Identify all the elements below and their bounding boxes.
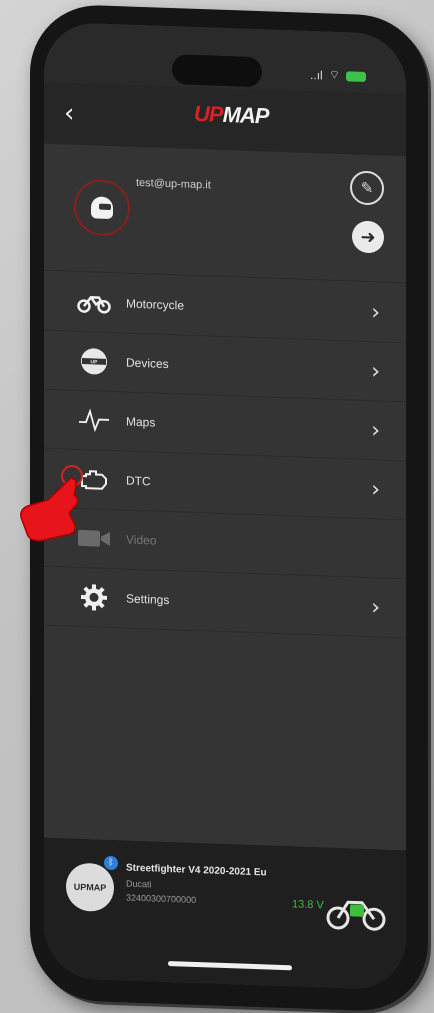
vehicle-name: Streetfighter V4 2020-2021 Eu xyxy=(126,862,267,879)
chevron-right-icon: › xyxy=(371,476,380,502)
logout-button[interactable]: ➜ xyxy=(352,220,384,254)
signal-icon: ..ıl xyxy=(310,67,323,82)
profile-section: test@up-map.it ✎ ➜ xyxy=(44,143,406,284)
battery-icon xyxy=(346,70,366,82)
waveform-icon xyxy=(74,404,114,437)
menu-item-label: Motorcycle xyxy=(126,296,185,313)
chevron-right-icon: › xyxy=(371,358,380,384)
vehicle-brand: Ducati xyxy=(126,878,152,890)
menu-item-label: Maps xyxy=(126,414,156,430)
chevron-right-icon: › xyxy=(371,417,380,443)
wifi-icon: ⌔ xyxy=(328,67,340,83)
helmet-icon xyxy=(91,196,113,220)
motorcycle-status-icon xyxy=(326,900,386,931)
gear-icon xyxy=(74,581,114,614)
bluetooth-icon: ᛒ xyxy=(104,855,118,871)
upmap-device-icon: UP xyxy=(74,345,114,378)
battery-voltage: 13.8 V xyxy=(292,898,324,912)
menu-item-label: Devices xyxy=(126,355,169,372)
main-menu: Motorcycle › UP Devices › Maps › DTC › V… xyxy=(44,271,406,639)
back-button[interactable]: ‹ xyxy=(64,98,74,128)
app-logo: UPMAP xyxy=(194,100,269,129)
menu-item-settings[interactable]: Settings › xyxy=(44,566,406,639)
pointing-hand-icon xyxy=(20,465,83,542)
menu-item-label: Video xyxy=(126,532,157,548)
vehicle-serial: 32400300700000 xyxy=(126,892,197,905)
vehicle-bar[interactable]: UPMAP ᛒ Streetfighter V4 2020-2021 Eu Du… xyxy=(44,837,406,991)
menu-item-label: Settings xyxy=(126,591,170,608)
user-avatar xyxy=(74,178,130,237)
motorcycle-icon xyxy=(74,286,114,319)
upmap-logo-icon: UPMAP xyxy=(66,862,114,913)
dynamic-island xyxy=(172,54,262,88)
edit-profile-button[interactable]: ✎ xyxy=(350,170,384,206)
menu-item-label: DTC xyxy=(126,473,151,489)
chevron-right-icon: › xyxy=(371,299,380,325)
chevron-right-icon: › xyxy=(371,594,380,620)
svg-text:UP: UP xyxy=(91,359,99,365)
status-icons: ..ıl ⌔ xyxy=(310,67,366,84)
home-indicator[interactable] xyxy=(168,961,292,971)
user-email: test@up-map.it xyxy=(136,176,211,192)
